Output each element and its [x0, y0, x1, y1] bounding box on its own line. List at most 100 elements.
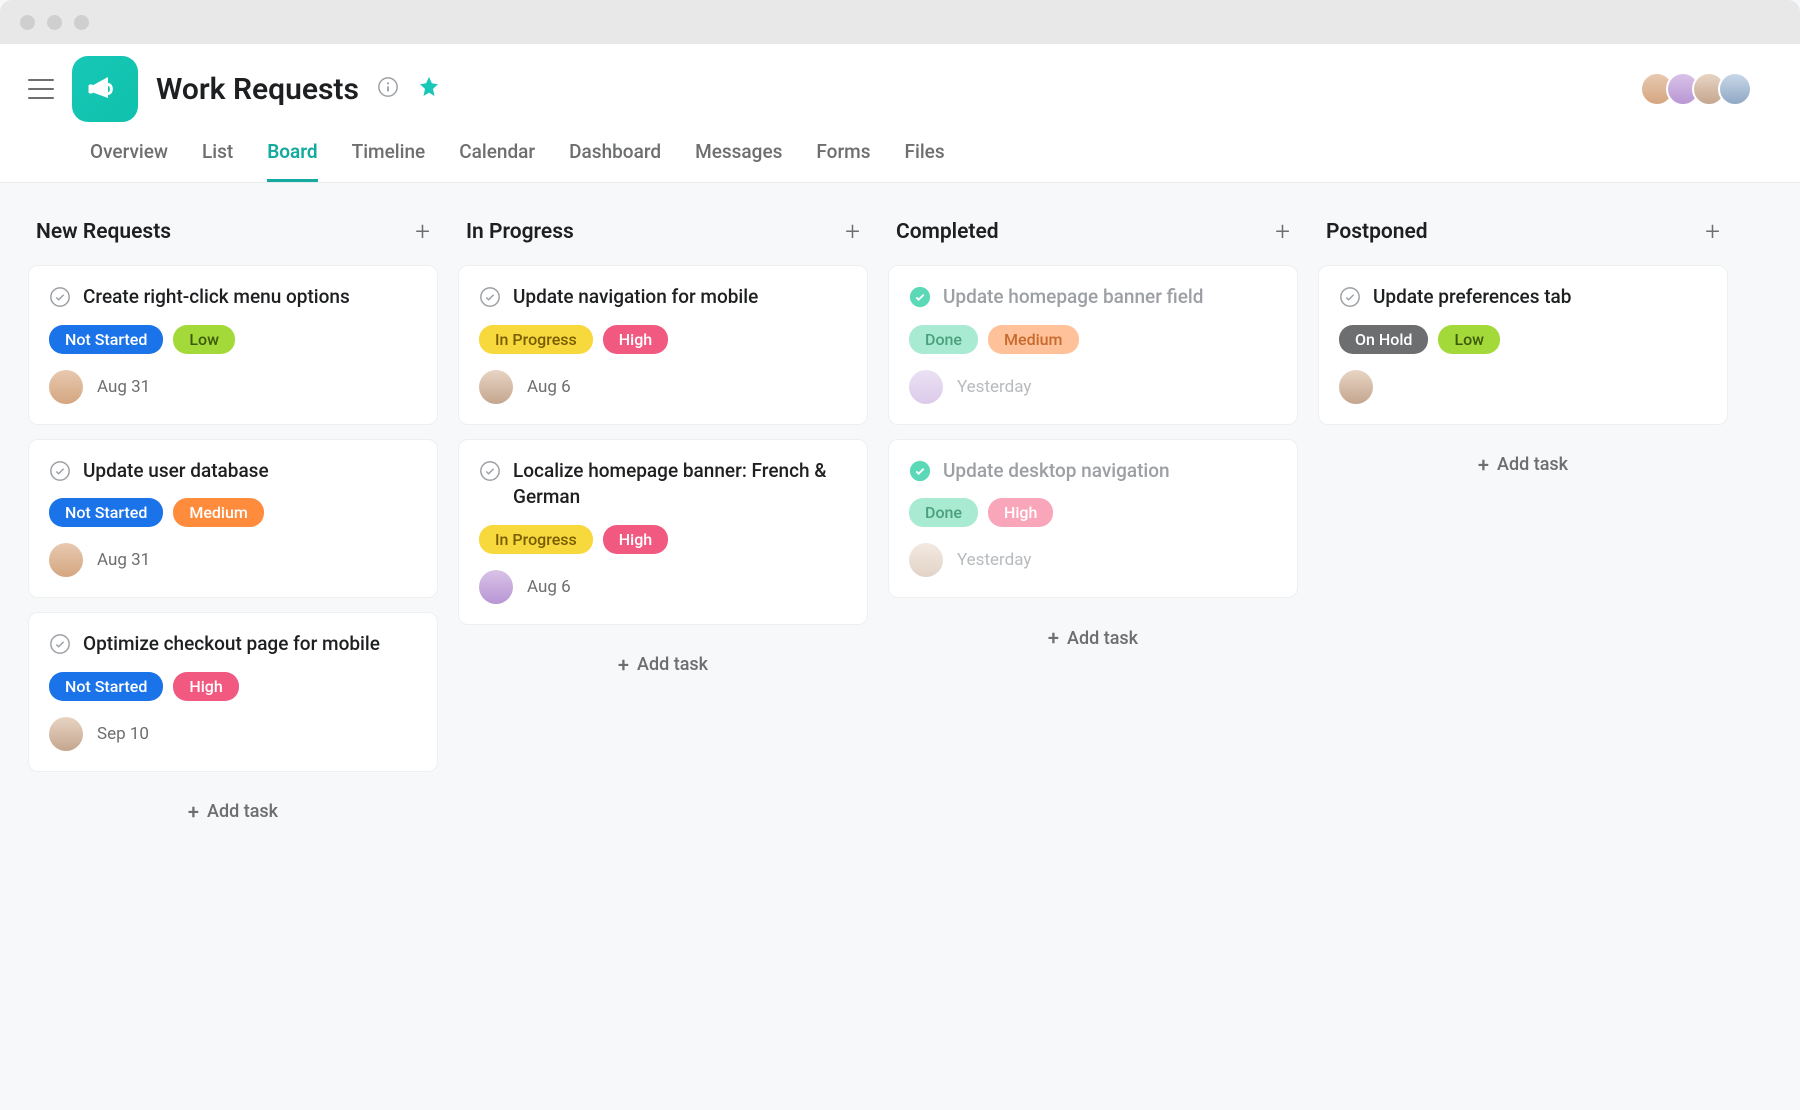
check-circle-icon[interactable] [49, 460, 71, 482]
plus-icon: + [618, 653, 629, 677]
add-task-button[interactable]: + Add task [1318, 439, 1728, 491]
window-dot-minimize[interactable] [47, 15, 62, 30]
status-pill: Done [909, 498, 978, 527]
star-icon[interactable] [417, 75, 441, 103]
add-task-label: Add task [1497, 454, 1568, 475]
check-circle-icon[interactable] [479, 286, 501, 308]
task-card[interactable]: Optimize checkout page for mobile Not St… [28, 612, 438, 772]
info-icon[interactable] [377, 76, 399, 102]
tab-forms[interactable]: Forms [816, 140, 870, 182]
task-title: Update desktop navigation [943, 458, 1170, 485]
due-date: Aug 6 [527, 377, 571, 397]
tab-list[interactable]: List [202, 140, 233, 182]
assignee-avatar[interactable] [479, 370, 513, 404]
add-task-button[interactable]: + Add task [458, 639, 868, 691]
check-circle-icon[interactable] [49, 633, 71, 655]
due-date: Aug 6 [527, 577, 571, 597]
column-header: In Progress + [458, 213, 868, 265]
check-circle-icon-done[interactable] [909, 460, 931, 482]
status-pill: In Progress [479, 525, 593, 554]
priority-pill: High [603, 325, 668, 354]
window-dot-close[interactable] [20, 15, 35, 30]
window-chrome [0, 0, 1800, 44]
column-header: New Requests + [28, 213, 438, 265]
due-date: Aug 31 [97, 550, 150, 570]
add-task-label: Add task [637, 654, 708, 675]
assignee-avatar[interactable] [909, 370, 943, 404]
window-dot-zoom[interactable] [74, 15, 89, 30]
add-card-icon[interactable]: + [1275, 217, 1290, 247]
priority-pill: Low [173, 325, 235, 354]
add-task-button[interactable]: + Add task [888, 612, 1298, 664]
tab-overview[interactable]: Overview [90, 140, 168, 182]
add-task-label: Add task [1067, 628, 1138, 649]
assignee-avatar[interactable] [909, 543, 943, 577]
priority-pill: Medium [988, 325, 1079, 354]
add-card-icon[interactable]: + [415, 217, 430, 247]
task-title: Update navigation for mobile [513, 284, 758, 311]
task-title: Update preferences tab [1373, 284, 1571, 311]
plus-icon: + [188, 800, 199, 824]
assignee-avatar[interactable] [479, 570, 513, 604]
tab-board[interactable]: Board [267, 140, 317, 182]
status-pill: Not Started [49, 672, 163, 701]
due-date: Yesterday [957, 377, 1031, 397]
column-title: Postponed [1326, 220, 1428, 244]
plus-icon: + [1478, 453, 1489, 477]
add-card-icon[interactable]: + [845, 217, 860, 247]
tabs: Overview List Board Timeline Calendar Da… [0, 122, 1800, 183]
column-title: Completed [896, 220, 999, 244]
add-task-label: Add task [207, 801, 278, 822]
due-date: Aug 31 [97, 377, 150, 397]
check-circle-icon-done[interactable] [909, 286, 931, 308]
task-title: Update homepage banner field [943, 284, 1203, 311]
assignee-avatar[interactable] [1339, 370, 1373, 404]
avatar[interactable] [1718, 72, 1752, 106]
priority-pill: High [603, 525, 668, 554]
tab-dashboard[interactable]: Dashboard [569, 140, 661, 182]
priority-pill: Low [1438, 325, 1500, 354]
column-title: New Requests [36, 220, 171, 244]
project-icon[interactable] [72, 56, 138, 122]
member-avatars[interactable] [1648, 72, 1752, 106]
add-task-button[interactable]: + Add task [28, 786, 438, 838]
status-pill: In Progress [479, 325, 593, 354]
task-title: Localize homepage banner: French & Germa… [513, 458, 847, 511]
project-title: Work Requests [156, 72, 359, 107]
tab-timeline[interactable]: Timeline [352, 140, 426, 182]
megaphone-icon [87, 71, 123, 107]
task-title: Create right-click menu options [83, 284, 350, 311]
task-card[interactable]: Localize homepage banner: French & Germa… [458, 439, 868, 625]
hamburger-menu-icon[interactable] [28, 79, 54, 99]
task-card[interactable]: Create right-click menu options Not Star… [28, 265, 438, 425]
status-pill: Not Started [49, 325, 163, 354]
status-pill: Done [909, 325, 978, 354]
column-postponed: Postponed + Update preferences tab On Ho… [1318, 213, 1728, 491]
due-date: Sep 10 [97, 724, 149, 744]
assignee-avatar[interactable] [49, 717, 83, 751]
priority-pill: High [173, 672, 238, 701]
task-title: Update user database [83, 458, 269, 485]
check-circle-icon[interactable] [49, 286, 71, 308]
tab-messages[interactable]: Messages [695, 140, 782, 182]
check-circle-icon[interactable] [479, 460, 501, 482]
column-title: In Progress [466, 220, 574, 244]
column-header: Postponed + [1318, 213, 1728, 265]
board: New Requests + Create right-click menu o… [0, 183, 1800, 1083]
column-header: Completed + [888, 213, 1298, 265]
add-card-icon[interactable]: + [1705, 217, 1720, 247]
task-card[interactable]: Update user database Not Started Medium … [28, 439, 438, 599]
check-circle-icon[interactable] [1339, 286, 1361, 308]
tab-files[interactable]: Files [905, 140, 945, 182]
task-title: Optimize checkout page for mobile [83, 631, 380, 658]
column-completed: Completed + Update homepage banner field… [888, 213, 1298, 664]
topbar: Work Requests [0, 44, 1800, 122]
task-card[interactable]: Update homepage banner field Done Medium… [888, 265, 1298, 425]
assignee-avatar[interactable] [49, 543, 83, 577]
task-card[interactable]: Update preferences tab On Hold Low [1318, 265, 1728, 425]
task-card[interactable]: Update desktop navigation Done High Yest… [888, 439, 1298, 599]
assignee-avatar[interactable] [49, 370, 83, 404]
task-card[interactable]: Update navigation for mobile In Progress… [458, 265, 868, 425]
tab-calendar[interactable]: Calendar [459, 140, 535, 182]
status-pill: On Hold [1339, 325, 1428, 354]
